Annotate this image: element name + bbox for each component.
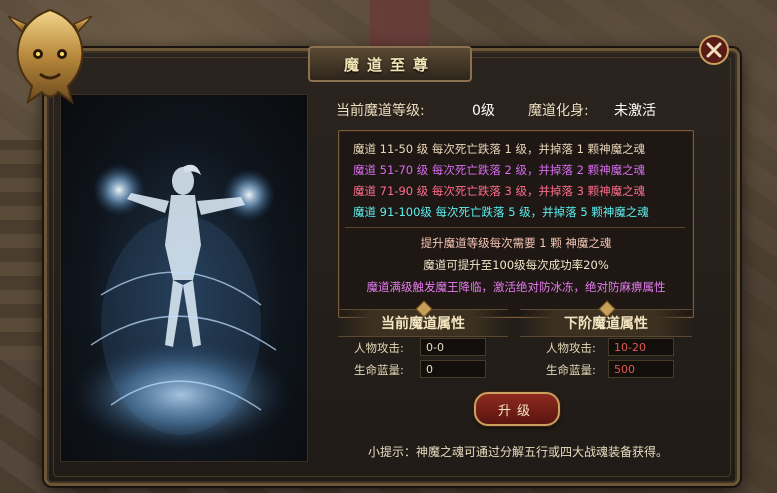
drop-rule-1: 魔道 11-50 级 每次死亡跌落 1 级，并掉落 1 颗神魔之魂 <box>353 142 646 156</box>
next-hp-label: 生命蓝量: <box>546 363 596 377</box>
rules-box: 魔道 11-50 级 每次死亡跌落 1 级，并掉落 1 颗神魔之魂 魔道 51-… <box>338 130 694 318</box>
level-label: 当前魔道等级: <box>336 103 425 119</box>
note-cost: 提升魔道等级每次需要 1 颗 神魔之魂 <box>420 236 612 250</box>
current-hp-field: 0 <box>420 360 486 378</box>
current-attrs-header: 当前魔道属性 <box>338 300 508 337</box>
next-attrs-header: 下阶魔道属性 <box>520 300 692 337</box>
avatar-value: 未激活 <box>614 103 656 119</box>
next-attack-label: 人物攻击: <box>546 341 596 355</box>
note-max-level: 魔道满级触发魔王降临，激活绝对防冰冻，绝对防麻痹属性 <box>366 280 666 294</box>
upgrade-button[interactable]: 升级 <box>474 392 560 426</box>
dialog-title-plaque: 魔道至尊 <box>308 46 472 82</box>
drop-rule-3: 魔道 71-90 级 每次死亡跌落 3 级，并掉落 3 颗神魔之魂 <box>353 184 646 198</box>
golden-dragon-emblem-icon <box>7 8 93 105</box>
note-success-rate: 魔道可提升至100级每次成功率20% <box>423 258 609 272</box>
divider <box>345 227 685 228</box>
current-attack-field: 0-0 <box>420 338 486 356</box>
drop-rule-4: 魔道 91-100级 每次死亡跌落 5 级，并掉落 5 颗神魔之魂 <box>353 205 649 219</box>
next-hp-field: 500 <box>608 360 674 378</box>
spirit-figure-illustration <box>71 164 291 450</box>
status-row: 当前魔道等级: 0级 魔道化身: 未激活 <box>324 98 712 120</box>
tip-text: 小提示：神魔之魂可通过分解五行或四大战魂装备获得。 <box>368 445 669 459</box>
avatar-label: 魔道化身: <box>528 103 589 119</box>
current-attack-label: 人物攻击: <box>354 341 404 355</box>
next-attack-field: 10-20 <box>608 338 674 356</box>
drop-rule-2: 魔道 51-70 级 每次死亡跌落 2 级，并掉落 2 颗神魔之魂 <box>353 163 646 177</box>
close-icon[interactable] <box>698 34 730 66</box>
dialog-title: 魔道至尊 <box>343 55 436 74</box>
mo-dao-avatar-art <box>60 94 308 462</box>
current-hp-label: 生命蓝量: <box>354 363 404 377</box>
level-value: 0级 <box>472 103 495 119</box>
